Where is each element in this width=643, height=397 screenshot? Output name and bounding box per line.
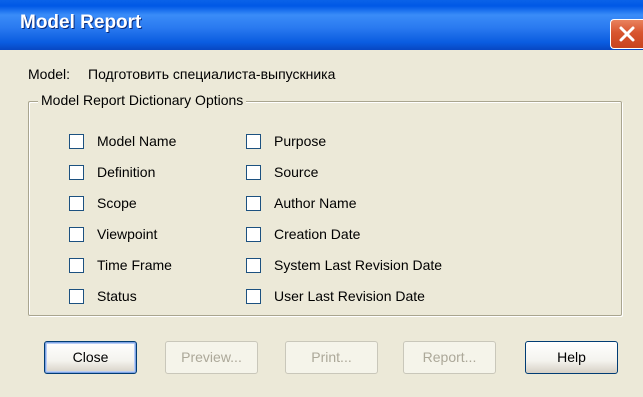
window-title: Model Report — [20, 12, 142, 33]
checkbox-label: Viewpoint — [97, 226, 158, 242]
checkbox-label: Definition — [97, 164, 156, 180]
checkbox-box[interactable] — [69, 289, 84, 304]
checkbox-label: Creation Date — [274, 226, 361, 242]
checkbox-box[interactable] — [69, 258, 84, 273]
checkbox-box[interactable] — [246, 258, 261, 273]
model-name-value: Подготовить специалиста-выпускника — [88, 66, 336, 82]
checkbox-box[interactable] — [246, 196, 261, 211]
checkbox-label: Status — [97, 288, 137, 304]
print-button[interactable]: Print... — [285, 341, 378, 374]
model-label: Model: — [28, 66, 71, 82]
title-bar[interactable]: Model Report — [0, 0, 643, 50]
window-close-button[interactable] — [610, 19, 643, 49]
model-report-dialog: Model Report Model: Подготовить специали… — [0, 0, 643, 397]
checkbox-box[interactable] — [246, 134, 261, 149]
checkbox-box[interactable] — [69, 134, 84, 149]
checkbox-box[interactable] — [69, 227, 84, 242]
checkbox-label: Source — [274, 164, 319, 180]
checkbox-label: User Last Revision Date — [274, 288, 425, 304]
checkbox-label: Model Name — [97, 133, 177, 149]
checkbox-label: Author Name — [274, 195, 357, 211]
report-button[interactable]: Report... — [403, 341, 496, 374]
checkbox-box[interactable] — [69, 196, 84, 211]
checkbox-label: Scope — [97, 195, 137, 211]
checkbox-label: System Last Revision Date — [274, 257, 443, 273]
dictionary-options-legend: Model Report Dictionary Options — [38, 92, 247, 108]
preview-button[interactable]: Preview... — [165, 341, 258, 374]
checkbox-label: Purpose — [274, 133, 327, 149]
checkbox-box[interactable] — [69, 165, 84, 180]
checkbox-label: Time Frame — [97, 257, 172, 273]
checkbox-box[interactable] — [246, 227, 261, 242]
close-button[interactable]: Close — [44, 341, 137, 374]
checkbox-box[interactable] — [246, 289, 261, 304]
close-icon — [619, 26, 635, 42]
checkbox-box[interactable] — [246, 165, 261, 180]
help-button[interactable]: Help — [525, 341, 618, 374]
